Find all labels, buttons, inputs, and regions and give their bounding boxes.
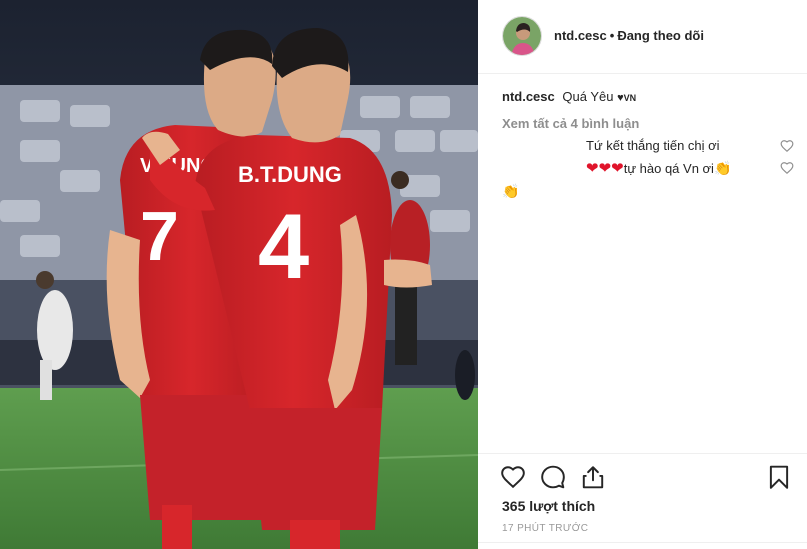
post-header: ntd.cesc • Đang theo dõi xyxy=(478,0,807,74)
avatar[interactable] xyxy=(502,16,542,56)
share-icon[interactable] xyxy=(580,464,606,490)
following-button[interactable]: Đang theo dõi xyxy=(617,28,704,43)
vn-flag-icon: VN xyxy=(623,93,637,103)
post-photo[interactable]: V.HUNG 7 B.T.DUNG 4 xyxy=(0,0,478,549)
svg-text:7: 7 xyxy=(140,197,179,275)
jersey-number-right: 4 xyxy=(258,196,309,298)
header-separator: • xyxy=(609,28,615,43)
comment-item: 👏 xyxy=(502,182,792,200)
post-side-panel: ntd.cesc • Đang theo dõi ntd.cesc Quá Yêu … xyxy=(478,0,807,549)
heart-outline-icon[interactable] xyxy=(500,464,526,490)
soccer-players-photo: V.HUNG 7 B.T.DUNG 4 xyxy=(0,0,478,549)
comment-text: tự hào qá Vn ơi xyxy=(623,161,714,176)
clapping-hands-emoji: 👏 xyxy=(713,160,732,176)
jersey-name-right: B.T.DUNG xyxy=(238,162,342,187)
post-caption: ntd.cesc Quá Yêu ♥VN xyxy=(502,88,792,107)
post-timestamp[interactable]: 17 PHÚT TRƯỚC xyxy=(502,523,588,534)
avatar-image xyxy=(503,17,541,55)
heart-outline-icon[interactable] xyxy=(780,139,794,153)
header-username[interactable]: ntd.cesc xyxy=(554,28,607,43)
comment-bubble-icon[interactable] xyxy=(540,464,566,490)
comments-section: ntd.cesc Quá Yêu ♥VN Xem tất cả 4 bình l… xyxy=(502,88,794,200)
red-hearts-emoji: ❤❤❤ xyxy=(586,160,624,177)
comment-text: Tứ kết thắng tiến chị ơi xyxy=(586,138,720,153)
clapping-hands-emoji: 👏 xyxy=(502,183,520,199)
likes-count[interactable]: 365 lượt thích xyxy=(502,498,595,514)
heart-outline-icon[interactable] xyxy=(780,161,794,175)
caption-text: Quá Yêu xyxy=(562,89,614,104)
divider xyxy=(478,542,807,543)
comment-item: ❤❤❤tự hào qá Vn ơi👏 xyxy=(502,159,794,178)
comment-item: Tứ kết thắng tiến chị ơi xyxy=(502,137,794,155)
view-all-comments-link[interactable]: Xem tất cả 4 bình luận xyxy=(502,115,792,133)
caption-username[interactable]: ntd.cesc xyxy=(502,89,555,104)
bookmark-icon[interactable] xyxy=(766,464,792,490)
